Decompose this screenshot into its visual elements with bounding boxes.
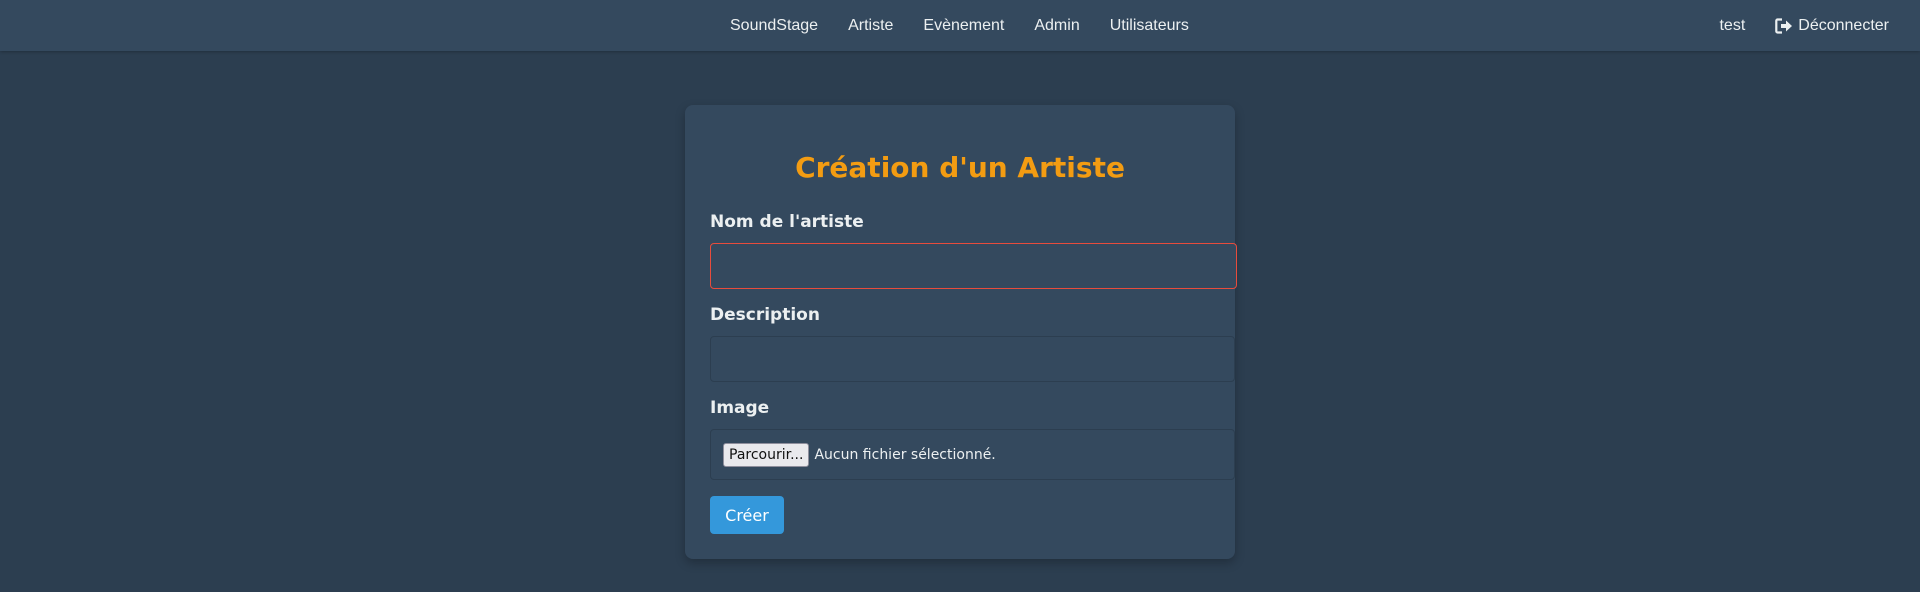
nav-link-soundstage[interactable]: SoundStage [730,17,818,35]
nav-link-evenement[interactable]: Evènement [923,17,1004,35]
user-nav: test Déconnecter [1719,0,1889,51]
nav-link-admin[interactable]: Admin [1034,17,1079,35]
sign-out-icon [1775,17,1793,34]
logout-label: Déconnecter [1798,16,1889,34]
image-label: Image [710,398,770,418]
logout-button[interactable]: Déconnecter [1775,17,1889,35]
page-title: Création d'un Artiste [795,151,1125,184]
main-nav: SoundStage Artiste Evènement Admin Utili… [730,0,1189,51]
file-status-text: Aucun fichier sélectionné. [814,446,996,463]
browse-button[interactable]: Parcourir... [723,442,810,467]
username-label: test [1719,16,1746,34]
description-label: Description [710,305,820,325]
create-artist-card: Création d'un Artiste Nom de l'artiste D… [685,105,1237,559]
description-input[interactable] [710,336,1235,382]
nav-link-utilisateurs[interactable]: Utilisateurs [1110,17,1189,35]
nav-link-artiste[interactable]: Artiste [848,17,893,35]
image-file-input[interactable]: Parcourir... Aucun fichier sélectionné. [710,429,1235,480]
artist-name-input[interactable] [710,243,1237,289]
top-navbar: SoundStage Artiste Evènement Admin Utili… [0,0,1920,51]
create-button[interactable]: Créer [710,496,784,534]
artist-name-label: Nom de l'artiste [710,212,864,232]
